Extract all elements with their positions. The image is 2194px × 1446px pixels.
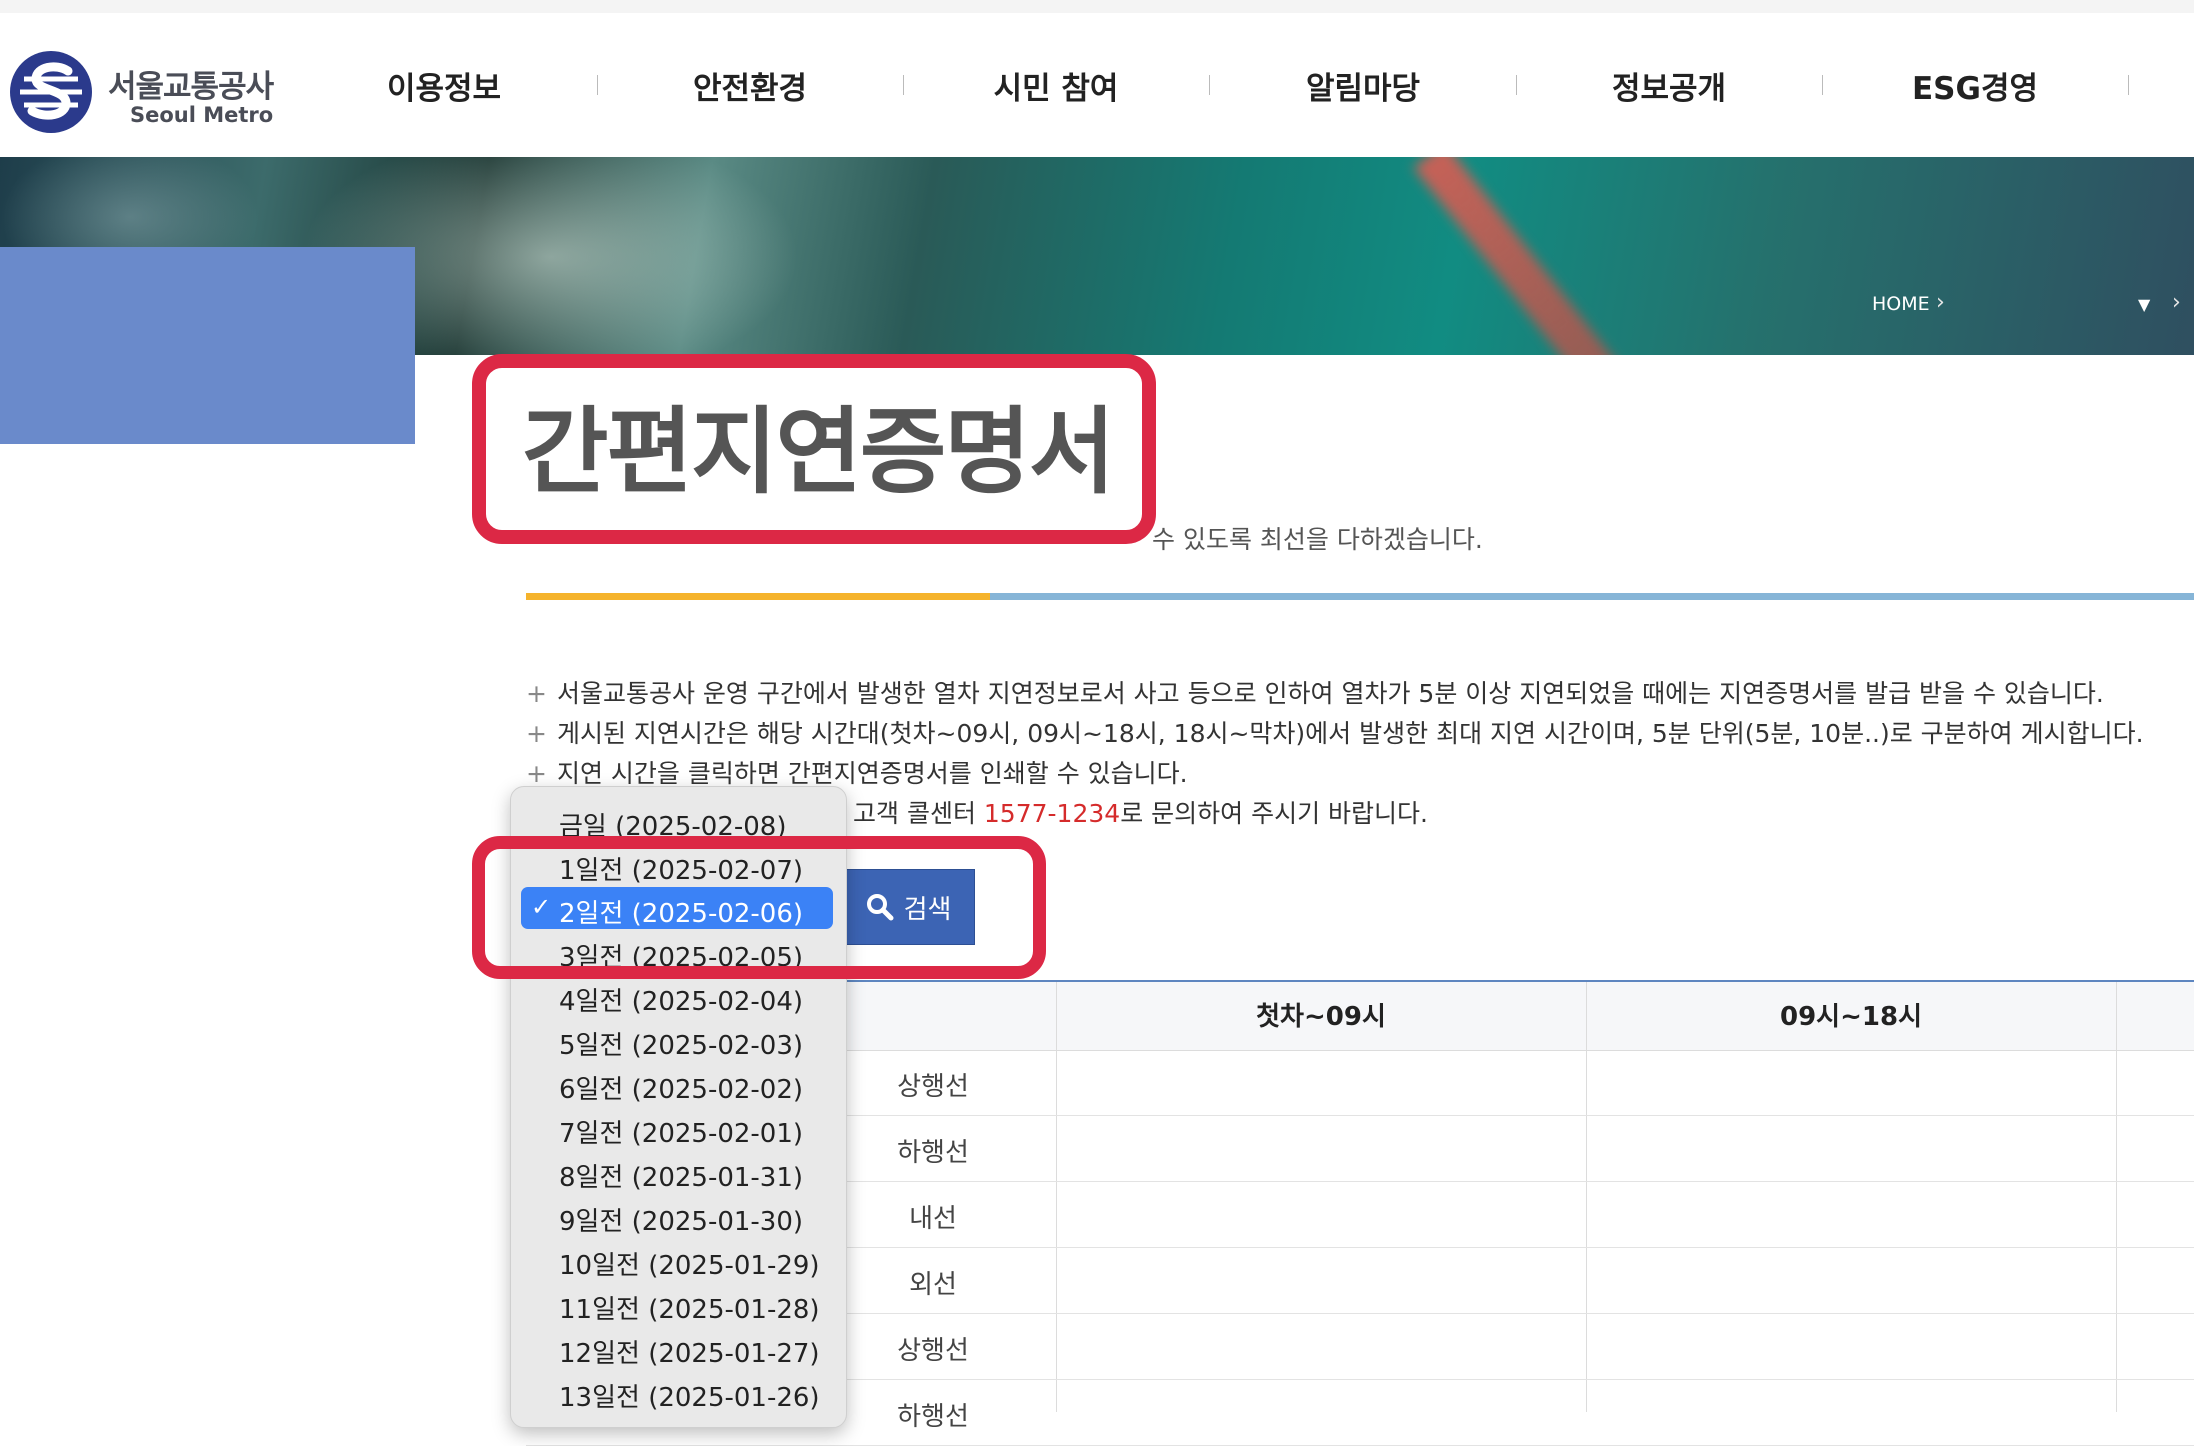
logo-name-ko: 서울교통공사	[108, 69, 274, 105]
nav-divider	[2128, 75, 2129, 95]
nav-divider	[597, 75, 598, 95]
nav-divider	[1209, 75, 1210, 95]
date-option[interactable]: 8일전 (2025-01-31)	[511, 1151, 846, 1193]
chevron-right-icon: ›	[2172, 290, 2181, 315]
date-option[interactable]: 6일전 (2025-02-02)	[511, 1063, 846, 1105]
breadcrumb-home[interactable]: HOME	[1872, 293, 1930, 315]
nav-divider	[1822, 75, 1823, 95]
column-header: 첫차~09시	[1256, 1002, 1386, 1032]
search-highlight-box	[472, 836, 1046, 979]
nav-notice-board[interactable]: 알림마당	[1306, 63, 1420, 108]
site-header: 서울교통공사 Seoul Metro 이용정보 안전환경 시민 참여 알림마당 …	[0, 13, 2194, 157]
top-strip	[0, 0, 2194, 13]
plus-icon: +	[526, 759, 547, 788]
date-option[interactable]: 11일전 (2025-01-28)	[511, 1283, 846, 1325]
page-title: 간편지연증명서	[522, 398, 1115, 507]
notice-item: + 게시된 지연시간은 해당 시간대(첫차~09시, 09시~18시, 18시~막…	[526, 719, 2144, 748]
date-option[interactable]: 5일전 (2025-02-03)	[511, 1019, 846, 1061]
title-underline	[990, 593, 2194, 600]
contact-phone: 1577-1234	[983, 799, 1121, 828]
column-header: 09시~18시	[1780, 1002, 1922, 1032]
nav-citizen-participation[interactable]: 시민 참여	[994, 63, 1119, 108]
row-label: 외선	[909, 1270, 957, 1300]
nav-information-disclosure[interactable]: 정보공개	[1612, 63, 1726, 108]
nav-esg-management[interactable]: ESG경영	[1912, 63, 2038, 108]
chevron-right-icon: ›	[1936, 290, 1945, 315]
row-label: 상행선	[897, 1336, 969, 1366]
plus-icon: +	[526, 679, 547, 708]
caret-down-icon[interactable]: ▼	[2138, 295, 2150, 314]
notice-contact: 고객 콜센터 1577-1234로 문의하여 주시기 바랍니다.	[853, 799, 1428, 828]
notice-item: + 서울교통공사 운영 구간에서 발생한 열차 지연정보로서 사고 등으로 인하여…	[526, 679, 2104, 708]
sidebar-block	[0, 247, 415, 444]
nav-divider	[1516, 75, 1517, 95]
nav-divider	[903, 75, 904, 95]
notice-item: + 지연 시간을 클릭하면 간편지연증명서를 인쇄할 수 있습니다.	[526, 759, 1188, 788]
date-option[interactable]: 10일전 (2025-01-29)	[511, 1239, 846, 1281]
nav-usage-info[interactable]: 이용정보	[387, 63, 501, 108]
date-option[interactable]: 4일전 (2025-02-04)	[511, 975, 846, 1017]
plus-icon: +	[526, 719, 547, 748]
date-option[interactable]: 13일전 (2025-01-26)	[511, 1371, 846, 1413]
page-subtitle: 수 있도록 최선을 다하겠습니다.	[1152, 525, 1483, 554]
row-label: 내선	[909, 1204, 957, 1234]
row-label: 하행선	[897, 1138, 969, 1168]
date-option[interactable]: 7일전 (2025-02-01)	[511, 1107, 846, 1149]
title-underline-accent	[526, 593, 990, 600]
date-option[interactable]: 12일전 (2025-01-27)	[511, 1327, 846, 1369]
date-option[interactable]: 9일전 (2025-01-30)	[511, 1195, 846, 1237]
nav-safety-environment[interactable]: 안전환경	[693, 63, 807, 108]
row-label: 상행선	[897, 1072, 969, 1102]
seoul-metro-logo-icon	[10, 51, 92, 133]
seoul-metro-logo[interactable]: 서울교통공사 Seoul Metro	[8, 49, 278, 139]
logo-name-en: Seoul Metro	[130, 103, 274, 127]
row-label: 하행선	[897, 1402, 969, 1432]
